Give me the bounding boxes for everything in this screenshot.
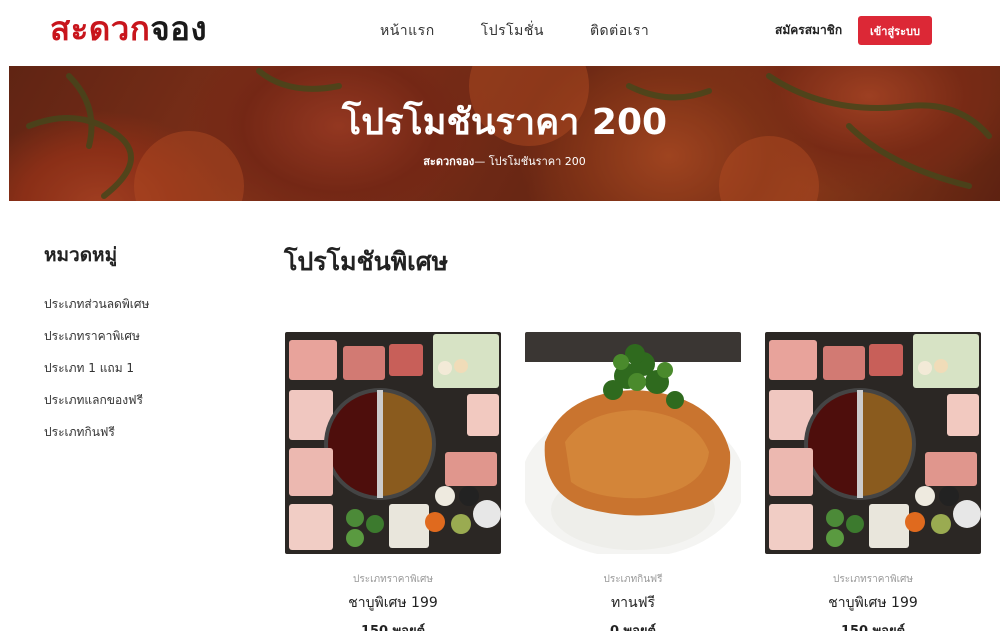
login-button[interactable]: เข้าสู่ระบบ xyxy=(858,16,932,45)
breadcrumb-current: โปรโมชันราคา 200 xyxy=(488,155,586,168)
site-logo[interactable]: สะดวกจอง xyxy=(50,8,207,50)
category-item-discount[interactable]: ประเภทส่วนลดพิเศษ xyxy=(44,296,244,328)
promotion-card-grid: ประเภทราคาพิเศษ ชาบูพิเศษ 199 150 พอยต์ xyxy=(285,332,985,631)
promotion-card[interactable]: ประเภทราคาพิเศษ ชาบูพิเศษ 199 150 พอยต์ xyxy=(765,332,981,631)
category-item-buy1get1[interactable]: ประเภท 1 แถม 1 xyxy=(44,360,244,392)
category-item-free-gift[interactable]: ประเภทแลกของฟรี xyxy=(44,392,244,424)
category-list: ประเภทส่วนลดพิเศษ ประเภทราคาพิเศษ ประเภท… xyxy=(44,296,244,456)
logo-text-dark: จอง xyxy=(150,9,208,48)
card-name[interactable]: ชาบูพิเศษ 199 xyxy=(765,592,981,614)
category-sidebar: หมวดหมู่ ประเภทส่วนลดพิเศษ ประเภทราคาพิเ… xyxy=(44,240,244,456)
card-category: ประเภทราคาพิเศษ xyxy=(833,574,913,585)
shabu-hotpot-image[interactable] xyxy=(285,332,501,554)
card-points: 150 พอยต์ xyxy=(285,620,501,631)
card-points: 150 พอยต์ xyxy=(765,620,981,631)
category-item-eat-free[interactable]: ประเภทกินฟรี xyxy=(44,424,244,456)
card-points: 0 พอยต์ xyxy=(525,620,741,631)
breadcrumb-separator: — xyxy=(474,155,486,168)
breadcrumb: สะดวกจอง— โปรโมชันราคา 200 xyxy=(9,152,1000,170)
card-category: ประเภทราคาพิเศษ xyxy=(353,574,433,585)
omelette-rice-image[interactable] xyxy=(525,332,741,554)
main-nav: หน้าแรก โปรโมชั่น ติดต่อเรา xyxy=(380,20,649,42)
logo-text-red: สะดวก xyxy=(50,9,151,48)
promotion-card[interactable]: ประเภทกินฟรี ทานฟรี 0 พอยต์ xyxy=(525,332,741,631)
breadcrumb-home-link[interactable]: สะดวกจอง xyxy=(423,155,474,168)
promotion-card[interactable]: ประเภทราคาพิเศษ ชาบูพิเศษ 199 150 พอยต์ xyxy=(285,332,501,631)
card-name[interactable]: ทานฟรี xyxy=(525,592,741,614)
nav-home-link[interactable]: หน้าแรก xyxy=(380,20,435,42)
card-name[interactable]: ชาบูพิเศษ 199 xyxy=(285,592,501,614)
section-title: โปรโมชันพิเศษ xyxy=(284,247,449,276)
nav-promotion-link[interactable]: โปรโมชั่น xyxy=(481,20,544,42)
category-item-special-price[interactable]: ประเภทราคาพิเศษ xyxy=(44,328,244,360)
page-title: โปรโมชันราคา 200 xyxy=(341,102,668,143)
hero-banner: โปรโมชันราคา 200 สะดวกจอง— โปรโมชันราคา … xyxy=(9,66,1000,201)
register-link[interactable]: สมัครสมาชิก xyxy=(775,21,842,40)
nav-contact-link[interactable]: ติดต่อเรา xyxy=(590,20,649,42)
card-category: ประเภทกินฟรี xyxy=(603,574,663,585)
sidebar-title: หมวดหมู่ xyxy=(44,244,118,266)
top-navbar: สะดวกจอง หน้าแรก โปรโมชั่น ติดต่อเรา สมั… xyxy=(0,0,1000,66)
shabu-hotpot-image[interactable] xyxy=(765,332,981,554)
